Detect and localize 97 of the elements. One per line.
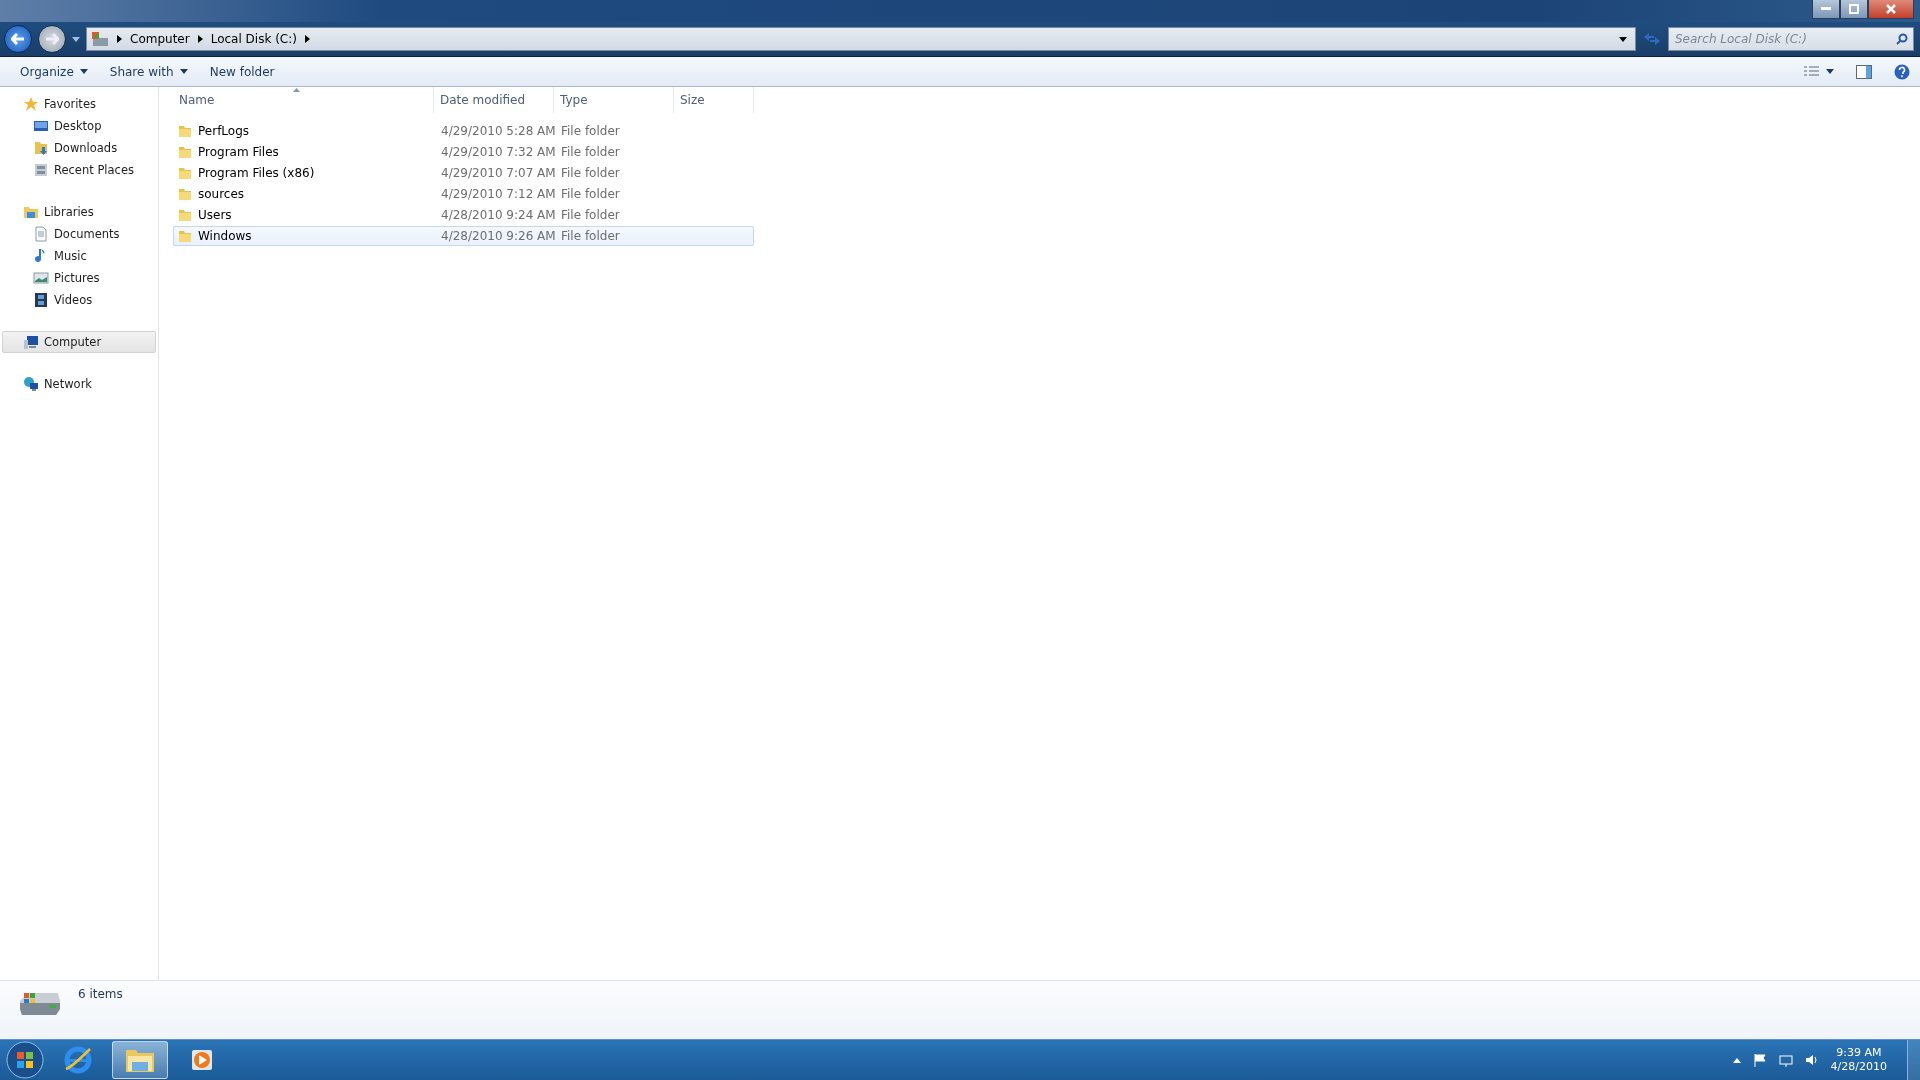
network-icon — [23, 376, 39, 392]
pictures-icon — [33, 270, 49, 286]
chevron-icon[interactable] — [197, 35, 203, 43]
date-modified: 4/29/2010 5:28 AM — [440, 124, 555, 138]
minimize-button[interactable] — [1812, 0, 1840, 19]
address-bar[interactable]: Computer Local Disk (C:) — [86, 27, 1636, 51]
help-icon[interactable] — [1894, 63, 1910, 80]
folder-icon — [178, 187, 192, 201]
clock-time: 9:39 AM — [1836, 1046, 1882, 1060]
folder-icon — [178, 145, 192, 159]
toolbar-button[interactable]: New folder — [201, 60, 283, 83]
search-icon — [1896, 33, 1908, 45]
breadcrumb[interactable]: Computer — [130, 32, 190, 46]
sidebar-item[interactable]: Network — [2, 373, 156, 395]
toolbar-button[interactable]: Organize — [12, 60, 96, 83]
column-header[interactable]: Size — [674, 87, 754, 113]
status-text: 6 items — [78, 987, 123, 1001]
chevron-icon[interactable] — [304, 35, 310, 43]
minimize-icon — [1821, 7, 1831, 11]
breadcrumb[interactable]: Local Disk (C:) — [210, 32, 297, 46]
date-modified: 4/28/2010 9:26 AM — [440, 229, 555, 243]
file-type: File folder — [560, 166, 621, 180]
computer-icon — [91, 31, 109, 47]
file-type: File folder — [560, 229, 621, 243]
file-row[interactable]: sources 4/29/2010 7:12 AM File folder — [173, 184, 754, 204]
network-icon[interactable] — [1778, 1053, 1793, 1067]
chevron-up-icon[interactable] — [1732, 1057, 1741, 1063]
date-modified: 4/29/2010 7:32 AM — [440, 145, 555, 159]
close-icon — [1886, 4, 1896, 14]
sidebar-item[interactable]: Libraries — [2, 201, 156, 223]
file-name: Program Files (x86) — [198, 166, 315, 180]
file-row[interactable]: Program Files (x86) 4/29/2010 7:07 AM File folder — [173, 163, 754, 183]
browser-icon[interactable] — [63, 1045, 93, 1075]
sidebar-item[interactable]: Desktop — [2, 115, 156, 137]
sidebar-item[interactable]: Computer — [2, 331, 156, 353]
file-name: Users — [198, 208, 232, 222]
date-modified: 4/29/2010 7:12 AM — [440, 187, 555, 201]
computer-icon — [23, 334, 39, 350]
sort-arrow-icon — [293, 88, 300, 92]
file-name: Windows — [198, 229, 252, 243]
chevron-icon[interactable] — [117, 35, 122, 43]
toolbar-button[interactable]: Share with — [101, 60, 196, 83]
file-row[interactable]: PerfLogs 4/29/2010 5:28 AM File folder — [173, 121, 754, 141]
flag-icon[interactable] — [1752, 1053, 1767, 1067]
folder-icon — [178, 124, 192, 138]
column-header[interactable]: Name — [173, 87, 434, 113]
arrow-left-icon — [11, 33, 25, 45]
file-row[interactable]: Program Files 4/29/2010 7:32 AM File folder — [173, 142, 754, 162]
column-header[interactable]: Type — [554, 87, 674, 113]
star-icon — [23, 96, 39, 112]
folder-icon — [178, 229, 192, 243]
file-type: File folder — [560, 208, 621, 222]
folder-icon — [178, 166, 192, 180]
file-type: File folder — [560, 124, 621, 138]
caret-icon[interactable] — [1619, 36, 1627, 42]
document-icon — [33, 226, 49, 242]
file-name: sources — [198, 187, 245, 201]
film-icon — [33, 292, 49, 308]
back-button[interactable] — [4, 25, 32, 53]
forward-button[interactable] — [38, 25, 66, 53]
file-type: File folder — [560, 187, 621, 201]
clock-date: 4/28/2010 — [1830, 1060, 1887, 1074]
maximize-button[interactable] — [1840, 0, 1868, 19]
folder-icon — [178, 208, 192, 222]
sidebar-item[interactable]: Documents — [2, 223, 156, 245]
caret-icon — [179, 69, 188, 74]
date-modified: 4/28/2010 9:24 AM — [440, 208, 555, 222]
clock[interactable]: 9:39 AM 4/28/2010 — [1830, 1046, 1887, 1074]
file-name: PerfLogs — [198, 124, 250, 138]
media-player-icon[interactable] — [189, 1047, 215, 1073]
sidebar-item[interactable]: Downloads — [2, 137, 156, 159]
recent-places-icon — [33, 162, 49, 178]
file-row[interactable]: Windows 4/28/2010 9:26 AM File folder — [173, 226, 754, 246]
desktop-icon — [33, 118, 49, 134]
restore-icon — [1849, 4, 1859, 14]
speaker-icon[interactable] — [1804, 1053, 1819, 1067]
sidebar-item[interactable]: Pictures — [2, 267, 156, 289]
close-button[interactable] — [1868, 0, 1914, 19]
show-desktop-button[interactable] — [1907, 1040, 1920, 1080]
arrow-right-icon — [45, 33, 59, 45]
column-header[interactable]: Date modified — [434, 87, 554, 113]
caret-icon — [79, 69, 88, 74]
sidebar-item[interactable]: Music — [2, 245, 156, 267]
sidebar-item[interactable]: Recent Places — [2, 159, 156, 181]
library-icon — [23, 204, 39, 220]
sidebar-item[interactable]: Videos — [2, 289, 156, 311]
preview-pane-icon[interactable] — [1856, 64, 1872, 79]
file-type: File folder — [560, 145, 621, 159]
download-folder-icon — [33, 140, 49, 156]
file-name: Program Files — [198, 145, 279, 159]
search-field[interactable]: Search Local Disk (C:) — [1668, 27, 1914, 51]
file-row[interactable]: Users 4/28/2010 9:24 AM File folder — [173, 205, 754, 225]
start-button[interactable] — [6, 1041, 44, 1079]
sidebar-item[interactable]: Favorites — [2, 93, 156, 115]
caret-icon — [1826, 69, 1834, 74]
date-modified: 4/29/2010 7:07 AM — [440, 166, 555, 180]
taskbar-button[interactable] — [112, 1041, 168, 1079]
